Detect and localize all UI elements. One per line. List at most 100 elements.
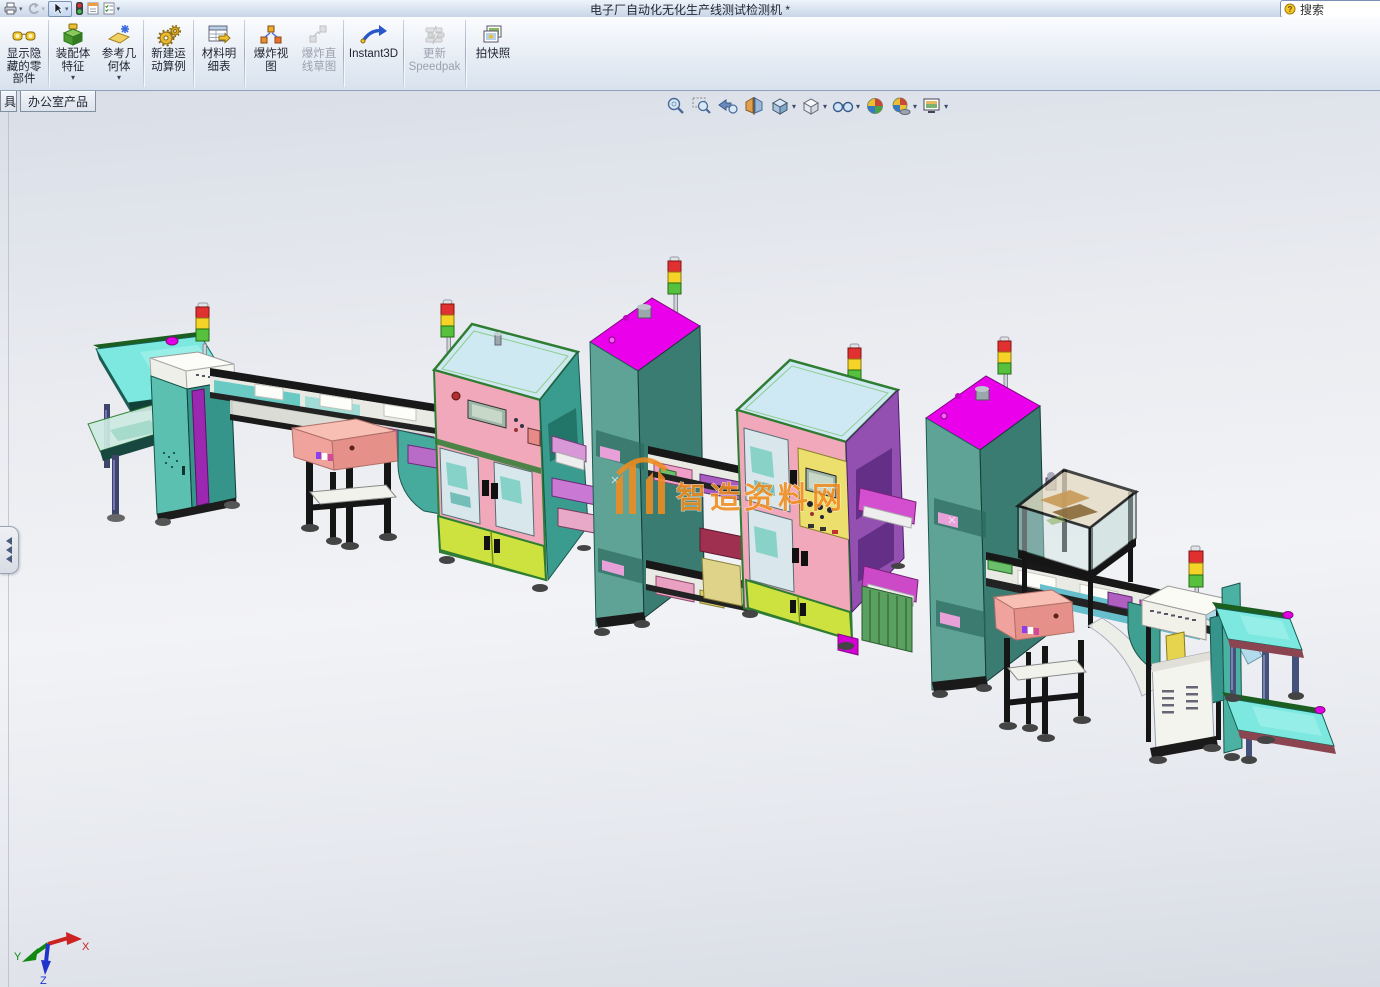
edit-appearance-button[interactable] [863, 95, 887, 117]
zoom-to-fit-button[interactable] [664, 95, 688, 117]
apply-scene-icon [892, 97, 911, 115]
apply-scene-button[interactable]: ▾ [889, 95, 918, 117]
properties-button[interactable] [87, 2, 100, 15]
watermark-text: 智造资料网 [676, 482, 846, 515]
select-tool-button[interactable]: ▾ [48, 0, 72, 17]
new-motion-study-icon [156, 21, 182, 47]
search-box[interactable]: ? 搜索 [1280, 0, 1380, 18]
document-title: 电子厂自动化无化生产线测试检测机 * [589, 3, 790, 17]
machine-unloader[interactable] [1127, 545, 1243, 764]
section-view-icon [745, 97, 763, 115]
dropdown-caret[interactable]: ▾ [856, 102, 860, 111]
undo-dropdown-caret[interactable]: ▾ [42, 5, 46, 13]
ribbon-button-explode-line-sketch[interactable]: 爆炸直 线草图 [296, 17, 342, 90]
dropdown-caret[interactable]: ▾ [792, 102, 796, 111]
control-box-2[interactable] [992, 589, 1091, 742]
ribbon-button-assembly-features[interactable]: 装配体 特征 ▾ [50, 17, 96, 90]
ribbon-button-instant3d[interactable]: Instant3D [345, 17, 402, 90]
print-icon [4, 2, 17, 15]
previous-view-button[interactable] [716, 95, 740, 117]
featuremanager-collapse-handle[interactable] [0, 526, 19, 574]
search-help-icon: ? [1284, 3, 1296, 14]
triad-x-label: X [82, 941, 90, 953]
ribbon-separator [143, 20, 144, 87]
performance-button[interactable] [75, 1, 84, 16]
ribbon-label: 参考几 何体 [101, 48, 137, 73]
title-bar: 电子厂自动化无化生产线测试检测机 * ▾ ▾ ▾ ▾ ? 搜索 [0, 0, 1380, 18]
dropdown-caret[interactable]: ▾ [823, 102, 827, 111]
ribbon-separator [343, 20, 344, 87]
quick-access-toolbar: ▾ ▾ ▾ ▾ [4, 0, 120, 17]
ribbon-button-bill-of-materials[interactable]: 材料明 细表 [195, 17, 243, 90]
ribbon-separator [403, 20, 404, 87]
view-settings-button[interactable]: ▾ [920, 95, 949, 117]
collapse-arrow-icon [6, 546, 12, 554]
dropdown-caret[interactable]: ▾ [913, 102, 917, 111]
options-checklist-icon [103, 2, 115, 15]
assembly-model[interactable]: 智造资料网 X Y Z [0, 90, 1380, 987]
section-view-button[interactable] [742, 95, 766, 117]
display-style-button[interactable]: ▾ [799, 95, 828, 117]
zoom-to-area-icon [692, 97, 711, 114]
svg-text:?: ? [1288, 5, 1293, 14]
dropdown-caret[interactable]: ▾ [944, 102, 948, 111]
triad-y-label: Y [14, 951, 22, 963]
control-box-1[interactable] [291, 418, 399, 550]
view-settings-icon [923, 98, 940, 113]
ribbon-button-new-motion-study[interactable]: 新建运 动算例 [145, 17, 192, 90]
ribbon-button-take-snapshot[interactable]: 拍快照 [467, 17, 519, 90]
ribbon-dropdown-caret[interactable]: ▾ [117, 73, 121, 82]
ribbon-label: 拍快照 [475, 48, 511, 60]
ribbon-dropdown-caret[interactable]: ▾ [71, 73, 75, 82]
edit-appearance-icon [867, 98, 884, 114]
ribbon-label: Instant3D [348, 48, 399, 60]
instant3d-icon [359, 21, 389, 47]
assembly-features-icon [60, 21, 86, 47]
stoplight-icon [75, 1, 83, 15]
ribbon-button-update-speedpak[interactable]: 更新 Speedpak [405, 17, 464, 90]
ribbon-button-reference-geometry[interactable]: 参考几 何体 ▾ [96, 17, 142, 90]
properties-icon [87, 2, 99, 15]
undo-icon [28, 3, 39, 15]
ribbon-button-show-hidden[interactable]: 显示隐 藏的零 部件 [1, 17, 47, 90]
ribbon-label: 显示隐 藏的零 部件 [6, 48, 42, 85]
ribbon-label: 装配体 特征 [55, 48, 91, 73]
machine-tester-1[interactable] [431, 299, 601, 592]
take-snapshot-icon [480, 21, 506, 47]
ribbon-separator [244, 20, 245, 87]
zoom-to-area-button[interactable] [690, 95, 714, 117]
ribbon-label: 更新 Speedpak [408, 48, 461, 73]
exploded-view-icon [258, 21, 284, 47]
undo-button[interactable]: ▾ [26, 2, 46, 15]
collapse-arrow-icon [6, 537, 12, 545]
options-button[interactable]: ▾ [103, 2, 121, 15]
ribbon-label: 爆炸视 图 [253, 48, 289, 73]
collapse-arrow-icon [6, 555, 12, 563]
print-dropdown-caret[interactable]: ▾ [19, 5, 23, 13]
ribbon-button-exploded-view[interactable]: 爆炸视 图 [246, 17, 296, 90]
ribbon-separator [48, 20, 49, 87]
tab-partial[interactable]: 具 [0, 90, 17, 112]
previous-view-icon [718, 99, 738, 114]
print-button[interactable]: ▾ [4, 2, 23, 15]
ribbon-label: 材料明 细表 [201, 48, 237, 73]
tab-label: 具 [4, 95, 17, 109]
select-dropdown-caret[interactable]: ▾ [65, 5, 69, 13]
search-label: 搜索 [1300, 2, 1325, 17]
display-style-icon [803, 98, 820, 115]
tab-office-products[interactable]: 办公室产品 [20, 90, 97, 112]
view-orientation-button[interactable]: ▾ [768, 95, 797, 117]
heads-up-toolbar: ▾ ▾ ▾ ▾ ▾ [664, 95, 949, 117]
triad-z-label: Z [40, 975, 47, 987]
explode-line-sketch-icon [306, 21, 332, 47]
ribbon-separator [465, 20, 466, 87]
ribbon-label: 新建运 动算例 [151, 48, 186, 73]
show-hidden-components-icon [11, 21, 37, 47]
update-speedpak-icon [422, 21, 448, 47]
zoom-to-fit-icon [667, 97, 684, 114]
select-cursor-icon [54, 2, 63, 15]
tab-label: 办公室产品 [28, 95, 89, 109]
options-dropdown-caret[interactable]: ▾ [117, 5, 121, 13]
graphics-viewport[interactable]: ▾ ▾ ▾ ▾ ▾ 智造资料网 X Y Z [0, 90, 1380, 987]
hide-show-items-button[interactable]: ▾ [830, 95, 861, 117]
